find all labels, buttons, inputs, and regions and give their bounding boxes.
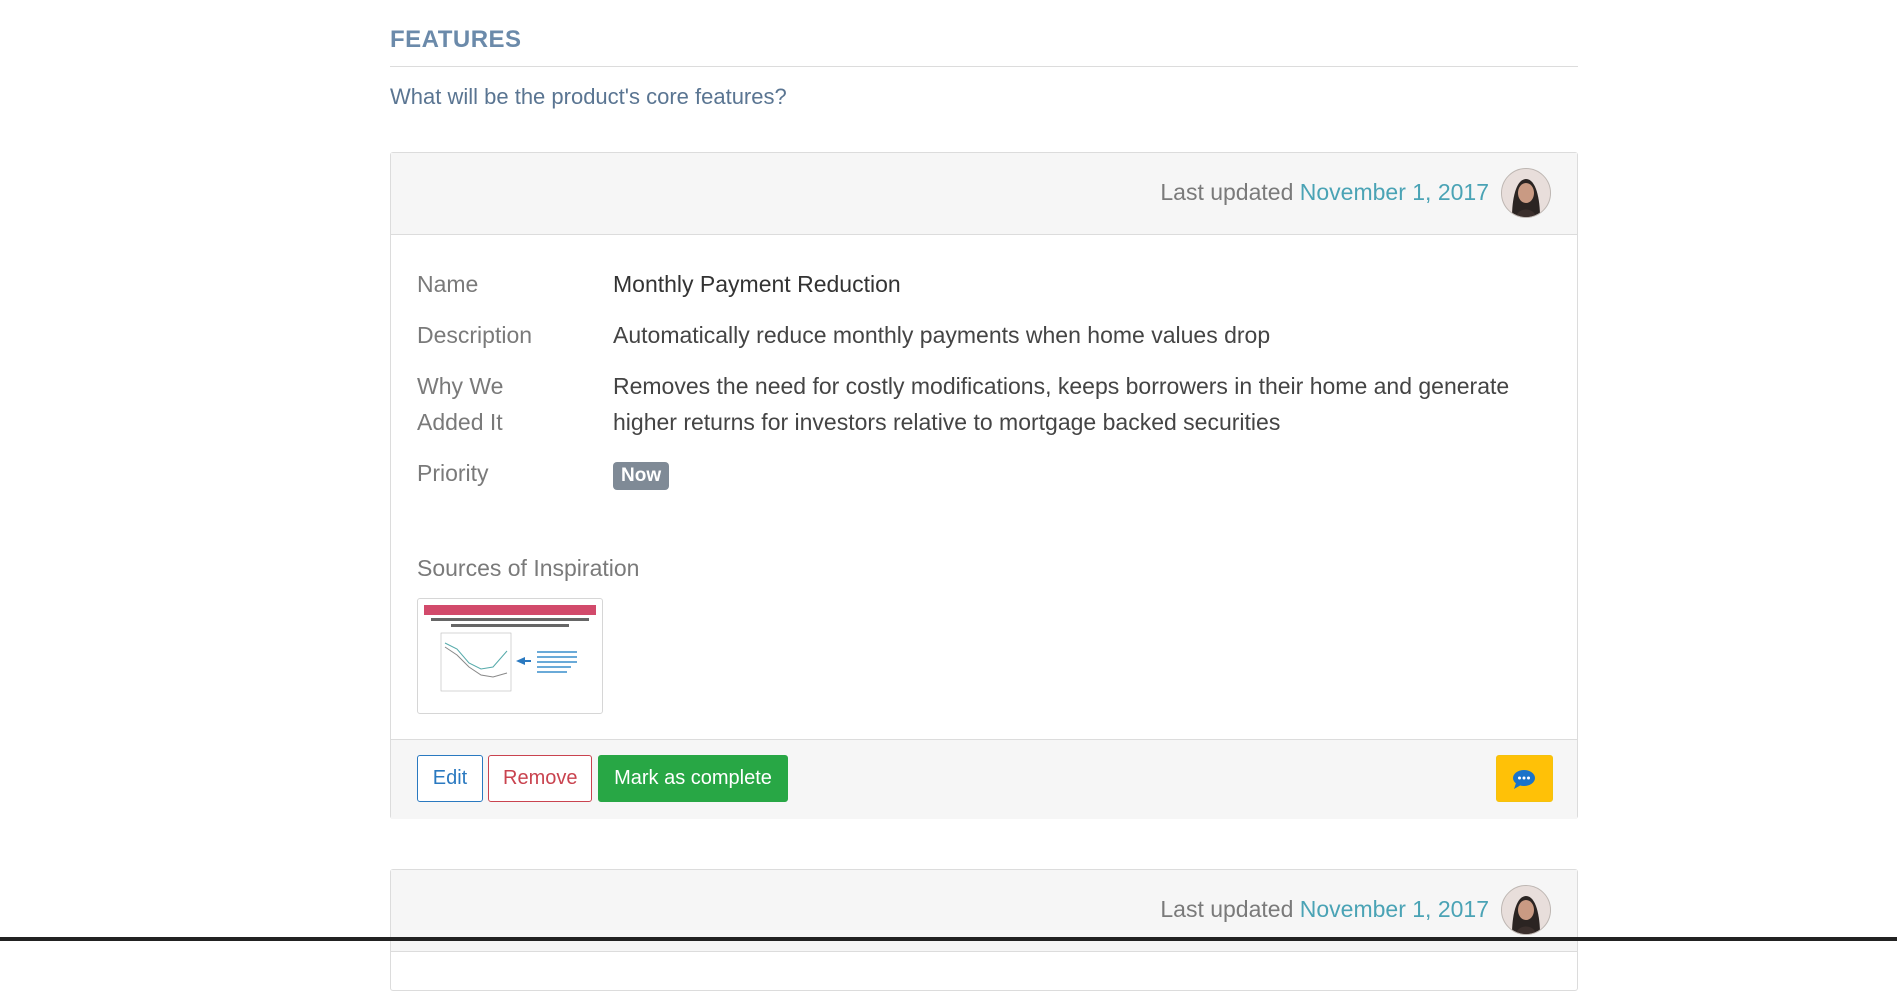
- inspiration-thumbnail[interactable]: [417, 598, 603, 714]
- feature-card: Last updated November 1, 2017: [390, 869, 1578, 991]
- thumbnail-text-line: [431, 618, 589, 621]
- mark-complete-button[interactable]: Mark as complete: [598, 755, 788, 802]
- last-updated-date[interactable]: November 1, 2017: [1300, 179, 1489, 205]
- comment-button[interactable]: [1496, 755, 1553, 802]
- priority-badge: Now: [613, 462, 670, 490]
- last-updated: Last updated November 1, 2017: [1160, 896, 1489, 923]
- card-header: Last updated November 1, 2017: [391, 153, 1577, 235]
- edit-button[interactable]: Edit: [417, 755, 483, 802]
- why-label: Why We Added It: [417, 373, 504, 435]
- avatar-image: [1502, 886, 1550, 934]
- last-updated-label: Last updated: [1160, 896, 1294, 922]
- section-subtitle: What will be the product's core features…: [390, 84, 787, 109]
- last-updated-date[interactable]: November 1, 2017: [1300, 896, 1489, 922]
- name-value: Monthly Payment Reduction: [613, 271, 901, 297]
- thumbnail-chart: [440, 632, 577, 692]
- sources-label: Sources of Inspiration: [417, 555, 640, 581]
- chat-bubble-icon: [1513, 770, 1535, 789]
- bottom-edge: [0, 937, 1897, 941]
- thumbnail-text-line: [451, 624, 569, 627]
- description-value: Automatically reduce monthly payments wh…: [613, 322, 1271, 348]
- section-divider: [390, 66, 1578, 67]
- name-label: Name: [417, 271, 479, 297]
- avatar[interactable]: [1501, 885, 1551, 935]
- avatar-image: [1502, 169, 1550, 217]
- feature-card: Last updated November 1, 2017 Name Month…: [390, 152, 1578, 819]
- avatar[interactable]: [1501, 168, 1551, 218]
- section-title: FEATURES: [390, 26, 522, 53]
- remove-button[interactable]: Remove: [488, 755, 592, 802]
- last-updated: Last updated November 1, 2017: [1160, 179, 1489, 206]
- card-footer: Edit Remove Mark as complete: [391, 739, 1577, 819]
- priority-label: Priority: [417, 460, 489, 486]
- description-label: Description: [417, 322, 533, 348]
- priority-value: Now: [613, 455, 1553, 491]
- last-updated-label: Last updated: [1160, 179, 1294, 205]
- thumbnail-banner: [424, 605, 596, 615]
- why-value: Removes the need for costly modification…: [613, 373, 1510, 435]
